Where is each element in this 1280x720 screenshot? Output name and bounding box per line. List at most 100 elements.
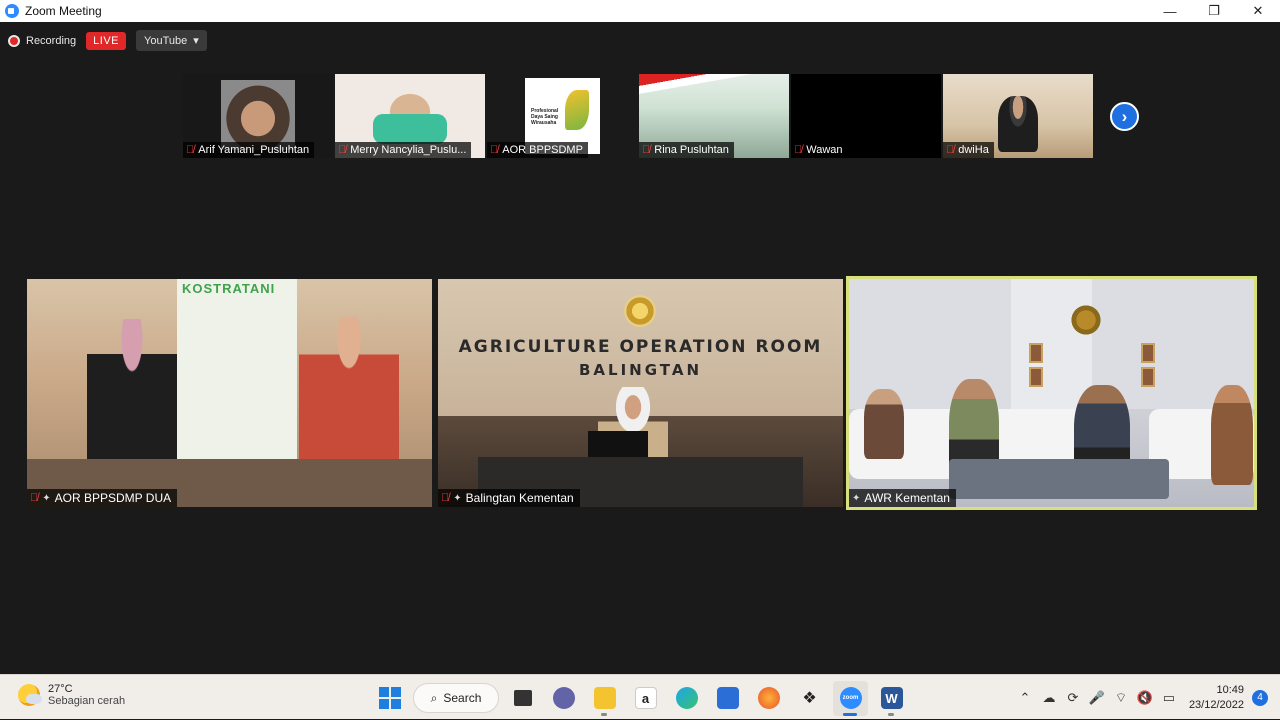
battery-icon[interactable]: ▭ (1157, 686, 1181, 710)
system-tray: ⌃ ☁ ⟳ 🎤 ⌔ 🔇 ▭ 10:49 23/12/2022 4 (1013, 675, 1280, 720)
participant-thumb[interactable]: 🎙̸ Rina Pusluhtan (639, 74, 789, 158)
portrait-frame (1029, 343, 1043, 363)
search-label: Search (443, 691, 482, 705)
maximize-button[interactable]: ❐ (1192, 0, 1236, 22)
next-page-arrow-icon[interactable]: › (1110, 102, 1139, 131)
teams-chat-button[interactable] (546, 681, 581, 716)
mic-off-icon: 🎙̸ (30, 492, 39, 504)
participant-name: Wawan (806, 144, 843, 156)
edge-icon (675, 687, 698, 709)
weather-text: 27°C Sebagian cerah (48, 683, 125, 707)
participant-name: Merry Nancylia_Puslu... (350, 144, 467, 156)
participant-thumb[interactable]: 🎙̸ dwiHa (943, 74, 1093, 158)
participant-video (998, 96, 1038, 152)
edge-button[interactable] (669, 681, 704, 716)
name-tag: 🎙̸ Merry Nancylia_Puslu... (335, 142, 472, 158)
garuda-emblem-icon (1069, 303, 1103, 337)
pin-icon: ✦ (42, 492, 51, 504)
name-tag: 🎙̸ ✦ AOR BPPSDMP DUA (27, 489, 178, 507)
search-icon: ⌕ (430, 690, 438, 705)
mic-off-icon: 🎙̸ (338, 144, 347, 156)
portrait-frame (1141, 343, 1155, 363)
kostratani-banner: KOSTRATANI (177, 279, 297, 469)
word-icon: W (880, 687, 903, 709)
flag-decoration (639, 74, 789, 114)
pin-icon: ✦ (453, 492, 462, 504)
sync-icon[interactable]: ⟳ (1061, 686, 1085, 710)
live-badge[interactable]: LIVE (86, 31, 126, 50)
recording-label[interactable]: Recording (26, 35, 76, 47)
leaf-logo-icon (565, 90, 589, 130)
zoom-button[interactable]: zoom (833, 680, 868, 716)
active-speaker-tile[interactable]: ✦ AWR Kementan (846, 276, 1257, 510)
zoom-app-icon (5, 4, 19, 18)
folder-icon (593, 687, 616, 709)
notification-badge[interactable]: 4 (1252, 689, 1268, 706)
dropbox-button[interactable]: ❖ (792, 681, 827, 716)
start-button[interactable] (372, 681, 407, 716)
mic-off-icon: 🎙̸ (642, 144, 651, 156)
recording-dot-icon (8, 34, 20, 47)
video-tile[interactable]: KOSTRATANI 🎙̸ ✦ AOR BPPSDMP DUA (27, 279, 432, 507)
speaker-muted-icon[interactable]: 🔇 (1133, 686, 1157, 710)
speaker-person (87, 319, 177, 479)
chevron-down-icon: ▾ (193, 35, 199, 47)
running-indicator (888, 712, 894, 716)
mic-off-icon: 🎙̸ (946, 144, 955, 156)
face-mask (373, 114, 447, 144)
name-tag: 🎙̸ ✦ Balingtan Kementan (438, 489, 580, 507)
participant-name: Arif Yamani_Pusluhtan (198, 144, 310, 156)
wifi-icon[interactable]: ⌔ (1109, 686, 1133, 710)
participant-name: AWR Kementan (864, 491, 950, 505)
stream-target-dropdown[interactable]: YouTube ▾ (136, 30, 207, 51)
amazon-button[interactable]: a (628, 681, 663, 716)
participant-name: Rina Pusluhtan (654, 144, 729, 156)
windows-taskbar: 27°C Sebagian cerah ⌕ Search a ❖ zoom W … (0, 674, 1280, 719)
gallery-strip: 🎙̸ Arif Yamani_Pusluhtan 🎙̸ Merry Nancyl… (183, 74, 1093, 158)
dropbox-icon: ❖ (802, 690, 817, 707)
participant-thumb[interactable]: 🎙̸ Wawan (791, 74, 941, 158)
participant-thumb[interactable]: 🎙̸ Arif Yamani_Pusluhtan (183, 74, 333, 158)
task-view-button[interactable] (505, 681, 540, 716)
clock-time: 10:49 (1216, 683, 1244, 696)
mic-off-icon: 🎙̸ (186, 144, 195, 156)
word-button[interactable]: W (874, 681, 909, 716)
file-explorer-button[interactable] (587, 681, 622, 716)
onedrive-cloud-icon[interactable]: ☁ (1037, 686, 1061, 710)
window-title-bar: Zoom Meeting — ❐ ✕ (0, 0, 1280, 22)
minimize-button[interactable]: — (1148, 0, 1192, 22)
mic-off-icon: 🎙̸ (441, 492, 450, 504)
taskbar-search-button[interactable]: ⌕ Search (413, 683, 499, 713)
chat-icon (552, 687, 575, 709)
room-sign-line2: BALINGTAN (578, 361, 702, 379)
name-tag: 🎙̸ Wawan (791, 142, 848, 158)
participant-thumb[interactable]: 🎙̸ Merry Nancylia_Puslu... (335, 74, 485, 158)
participant-name: dwiHa (958, 144, 989, 156)
name-tag: 🎙̸ Rina Pusluhtan (639, 142, 734, 158)
participant-thumb[interactable]: Profesional Daya Saing Wirausaha 🎙̸ AOR … (487, 74, 637, 158)
firefox-icon (757, 687, 780, 709)
name-tag: 🎙̸ Arif Yamani_Pusluhtan (183, 142, 315, 158)
video-tile[interactable]: AGRICULTURE OPERATION ROOM BALINGTAN 🎙̸ … (438, 279, 843, 507)
mic-off-icon: 🎙̸ (794, 144, 803, 156)
taskbar-apps: ⌕ Search a ❖ zoom W (372, 680, 909, 716)
speaker-person (299, 317, 399, 467)
firefox-button[interactable] (751, 681, 786, 716)
participant-name: AOR BPPSDMP DUA (54, 491, 172, 505)
close-button[interactable]: ✕ (1236, 0, 1280, 22)
meeting-area: Recording LIVE YouTube ▾ 🎙̸ Arif Yamani_… (0, 22, 1280, 674)
participant-name: AOR BPPSDMP (502, 144, 583, 156)
chevron-up-icon[interactable]: ⌃ (1013, 686, 1037, 710)
emblem-icon (624, 295, 656, 327)
microsoft-store-button[interactable] (710, 681, 745, 716)
participant-name: Balingtan Kementan (465, 491, 574, 505)
banner-title: KOSTRATANI (182, 281, 276, 296)
windows-logo-icon (378, 687, 401, 709)
logo-text: Profesional Daya Saing Wirausaha (531, 108, 559, 126)
clock[interactable]: 10:49 23/12/2022 (1189, 683, 1244, 713)
mic-off-icon: 🎙̸ (490, 144, 499, 156)
weather-widget[interactable]: 27°C Sebagian cerah (18, 683, 125, 707)
attendee (864, 389, 904, 459)
attendee (1211, 385, 1253, 485)
microphone-icon[interactable]: 🎤 (1085, 686, 1109, 710)
